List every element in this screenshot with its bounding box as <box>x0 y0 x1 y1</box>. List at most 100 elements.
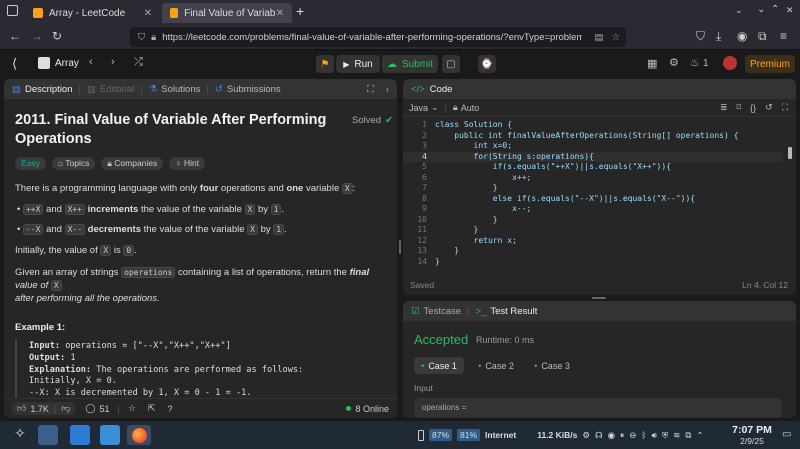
menu-icon[interactable]: ≡ <box>780 29 787 43</box>
pause-icon[interactable]: ⏸ <box>620 430 624 441</box>
minimize-icon[interactable]: ⌄ <box>757 4 765 15</box>
app-store-icon[interactable] <box>70 425 90 445</box>
editor-scrollbar[interactable] <box>788 147 792 159</box>
browser-tab-array[interactable]: Array - LeetCode ✕ <box>25 3 160 23</box>
tab-submissions[interactable]: ↺ Submissions <box>215 84 281 95</box>
language-select[interactable]: Java ⌄ <box>409 102 439 113</box>
given-paragraph: Given an array of strings operations con… <box>15 267 370 304</box>
format-icon[interactable]: ≣ <box>720 102 728 113</box>
volume-icon[interactable]: 🔊︎ <box>651 430 656 441</box>
screenshot-icon[interactable]: ⧉ <box>685 430 691 441</box>
color-picker-icon[interactable]: ⊖ <box>629 430 636 441</box>
runtime-text: Runtime: 0 ms <box>476 335 535 345</box>
battery-icon[interactable] <box>418 429 424 441</box>
tab-editorial[interactable]: ▥ Editorial <box>87 84 134 95</box>
problem-list-icon[interactable] <box>38 57 50 69</box>
problem-list-title[interactable]: Array <box>55 58 79 69</box>
reload-icon[interactable]: ↻ <box>52 29 62 43</box>
code-panel-header: </> Code <box>403 79 796 99</box>
code-line: 3 int x=0; <box>403 141 783 152</box>
tab-list-chevron-icon[interactable]: ⌄ <box>735 5 743 16</box>
reset-icon[interactable]: ↺ <box>765 102 773 113</box>
close-window-icon[interactable]: ✕ <box>786 5 794 16</box>
reader-view-icon[interactable]: ▤ <box>594 32 603 43</box>
headset-icon[interactable]: ☊ <box>595 430 603 441</box>
bookmark-star-icon[interactable]: ☆ <box>611 32 620 43</box>
pocket-icon[interactable]: ⛉ <box>696 29 705 44</box>
app-launcher-icon[interactable]: ✧ <box>10 425 30 445</box>
online-count: 8 Online <box>346 404 389 414</box>
topics-tag[interactable]: ⌂ Topics <box>51 157 96 170</box>
tab-solutions[interactable]: ⚗ Solutions <box>149 84 201 95</box>
collapse-chevron-icon[interactable]: ‹ <box>386 84 389 95</box>
tab-testcase[interactable]: ☑ Testcase <box>411 306 461 317</box>
auto-mode[interactable]: 🔒︎ Auto <box>453 102 479 113</box>
like-button[interactable]: 👍︎ 1.7K | 👎︎ <box>12 402 76 415</box>
code-editor[interactable]: 1 class Solution {2 public int finalValue… <box>403 120 796 270</box>
leetcode-header: ⟨ Array ‹ › ⤮ ⚑ ▶ Run ☁ Submit ▢ ⌚ ▦ ⚙ ♨… <box>0 51 800 77</box>
settings-gear-icon[interactable]: ⚙ <box>669 56 679 69</box>
checkbox-icon: ☑ <box>411 305 420 317</box>
braces-icon[interactable]: {} <box>750 103 756 113</box>
system-settings-icon[interactable] <box>38 425 58 445</box>
notes-button[interactable]: ▢ <box>442 55 460 73</box>
firefox-icon[interactable] <box>127 425 151 445</box>
show-desktop-icon[interactable]: ▭ <box>782 429 791 440</box>
forward-arrow-icon[interactable]: → <box>31 29 43 43</box>
close-tab-icon[interactable]: ✕ <box>144 8 152 19</box>
vpn-icon[interactable]: ⛨ <box>662 430 668 441</box>
back-arrow-icon[interactable]: ← <box>9 29 21 43</box>
case-tab-1[interactable]: • Case 1 <box>414 357 464 374</box>
shuffle-icon[interactable]: ⤮ <box>134 56 143 69</box>
bluetooth-icon[interactable]: ᛒ <box>641 430 646 440</box>
tab-overview-icon[interactable] <box>7 5 18 16</box>
help-icon[interactable]: ? <box>167 404 172 414</box>
extensions-icon[interactable]: ⧉ <box>758 29 767 44</box>
bookmark-icon[interactable]: ⌑ <box>737 102 742 113</box>
share-icon[interactable]: ⇱ <box>148 403 156 414</box>
code-line: 13 } <box>403 246 783 257</box>
tray-expand-icon[interactable]: ⌃ <box>696 430 703 441</box>
clock[interactable]: 7:07 PM 2/9/25 <box>732 424 772 446</box>
case-tab-3[interactable]: • Case 3 <box>527 357 577 374</box>
run-button[interactable]: ▶ Run <box>336 55 380 73</box>
timer-button[interactable]: ⌚ <box>478 55 496 73</box>
tab-test-result[interactable]: >_ Test Result <box>476 306 538 317</box>
premium-button[interactable]: Premium <box>745 55 795 73</box>
wifi-icon[interactable]: ≋ <box>673 430 680 441</box>
submit-button[interactable]: ☁ Submit <box>382 55 438 73</box>
streak-fire-icon[interactable]: ♨ <box>690 56 700 69</box>
download-icon[interactable]: ⤓ <box>716 29 721 44</box>
code-text: public int finalValueAfterOperations(Str… <box>435 130 739 140</box>
code-text: else if(s.equals("--X")||s.equals("X--")… <box>435 193 696 203</box>
maximize-icon[interactable]: ⌃ <box>771 4 779 15</box>
hint-tag[interactable]: ♀ Hint <box>169 157 206 170</box>
thumbs-down-icon[interactable]: 👎︎ <box>61 403 70 414</box>
file-manager-icon[interactable] <box>100 425 120 445</box>
browser-tab-problem[interactable]: Final Value of Variable Afi ✕ <box>162 3 292 23</box>
tab-description[interactable]: ▤ Description <box>12 84 73 95</box>
fullscreen-icon[interactable]: ⛶ <box>782 102 788 113</box>
case-tab-2[interactable]: • Case 2 <box>471 357 521 374</box>
clipboard-icon[interactable]: ⚙ <box>582 430 590 441</box>
record-icon[interactable]: ◉ <box>608 430 615 441</box>
favorite-star-icon[interactable]: ☆ <box>128 403 136 414</box>
comments-button[interactable]: ◯ 51 <box>85 403 109 414</box>
prev-problem-icon[interactable]: ‹ <box>89 56 93 68</box>
horizontal-splitter[interactable] <box>592 297 606 299</box>
vertical-splitter[interactable] <box>399 240 401 254</box>
next-problem-icon[interactable]: › <box>111 56 115 68</box>
debug-button[interactable]: ⚑ <box>316 55 334 73</box>
close-tab-icon[interactable]: ✕ <box>276 8 284 19</box>
avatar[interactable] <box>723 56 737 70</box>
url-bar[interactable]: ⛉ 🔒︎ https://leetcode.com/problems/final… <box>130 27 626 47</box>
account-icon[interactable]: ◉ <box>737 29 747 43</box>
layout-icon[interactable]: ▦ <box>647 57 657 70</box>
leetcode-logo-icon[interactable]: ⟨ <box>12 56 17 72</box>
expand-icon[interactable]: ⛶ <box>367 84 374 95</box>
code-text: return x; <box>435 235 517 245</box>
line-number: 8 <box>422 193 427 203</box>
companies-tag[interactable]: 🔒︎ Companies <box>101 157 164 170</box>
line-number: 10 <box>417 214 427 224</box>
new-tab-icon[interactable]: + <box>296 3 304 19</box>
